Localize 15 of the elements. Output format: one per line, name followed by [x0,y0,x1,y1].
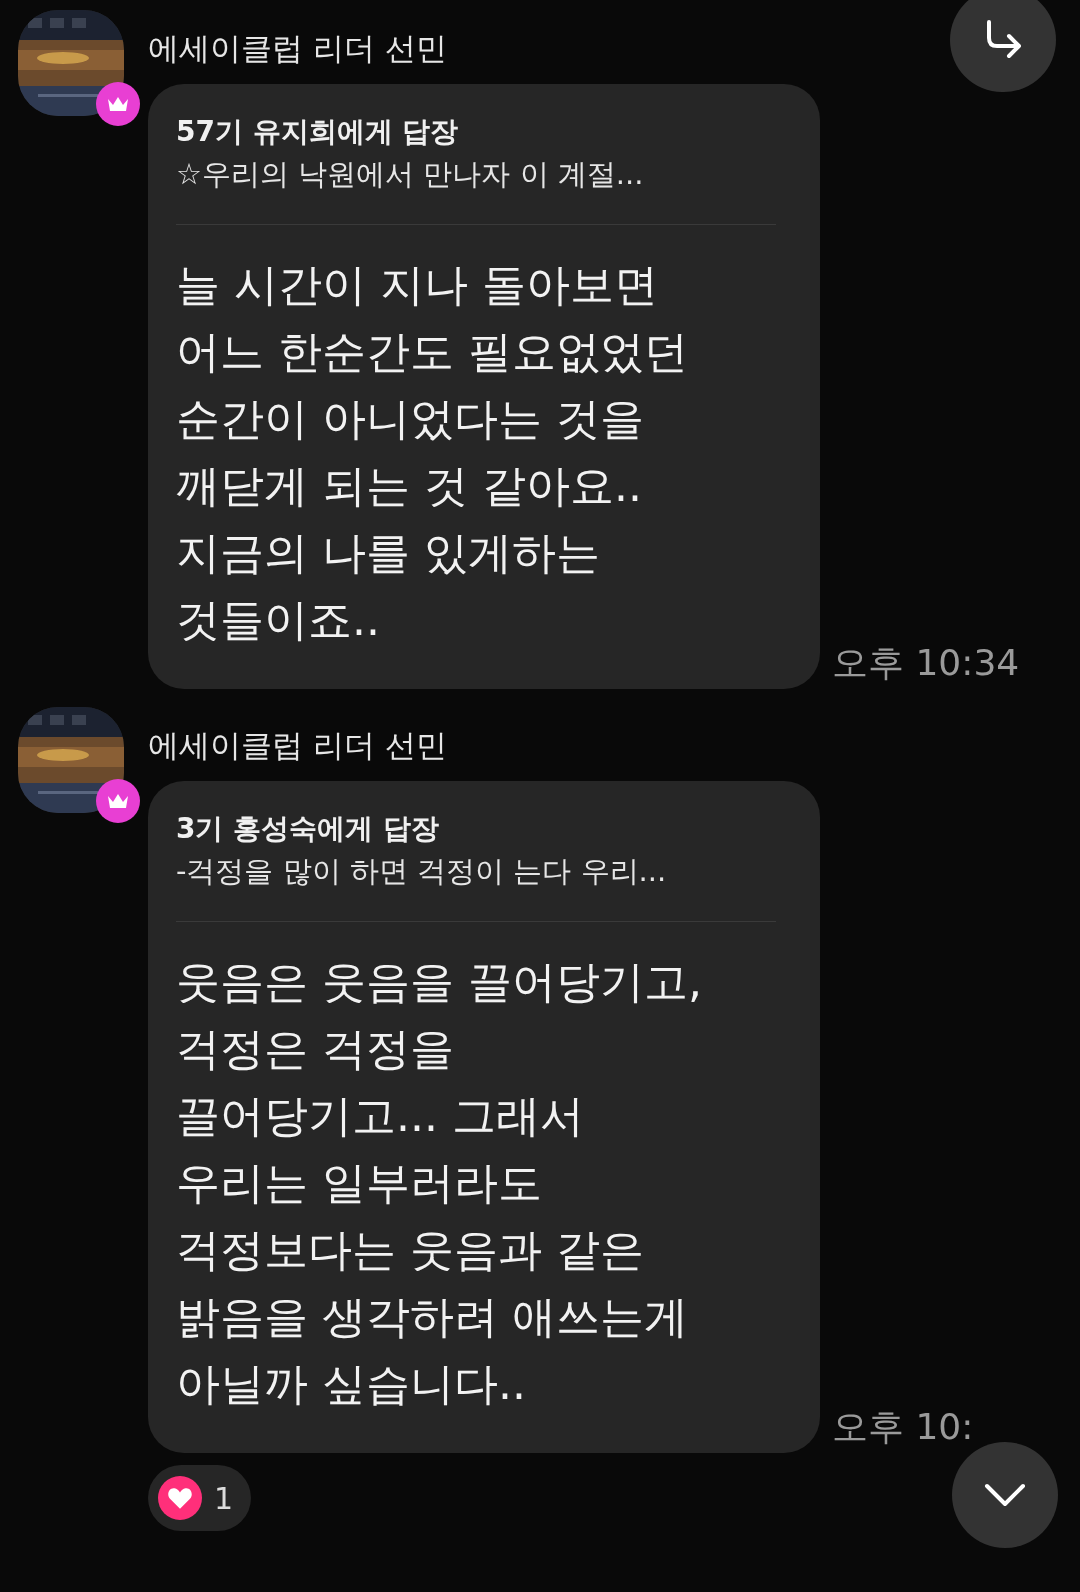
crown-icon [106,95,130,113]
quoted-text: -걱정을 많이 하면 걱정이 는다 우리... [176,853,668,890]
quoted-text: ☆우리의 낙원에서 만나자 이 계절... [176,156,645,193]
sender-name: 에세이클럽 리더 선민 [148,726,447,765]
reaction-chip[interactable]: 1 [148,1465,252,1531]
chevron-down-icon [983,1482,1027,1508]
message-time: 오후 10: [832,1405,974,1449]
reaction-count: 1 [214,1479,234,1518]
sender-name: 에세이클럽 리더 선민 [148,29,447,68]
message-text: 웃음은 웃음을 끌어당기고, 걱정은 걱정을 끌어당기고... 그래서 우리는 일부러라도 걱정보다는 웃음과 같은 밝음을 생각하려 애쓰는게 아닐까 싶습니다.. [176,955,703,1411]
crown-icon [106,792,130,810]
message-text: 늘 시간이 지나 돌아보면 어느 한순간도 필요없었던 순간이 아니었다는 것을 깨닫게 되는 것 같아요.. 지금의 나를 있게하는 것들이죠.. [176,258,689,647]
reply-header: 57기 유지희에게 답장 [176,114,460,150]
message-time: 오후 10:34 [832,641,1020,685]
reply-header: 3기 홍성숙에게 답장 [176,811,440,847]
